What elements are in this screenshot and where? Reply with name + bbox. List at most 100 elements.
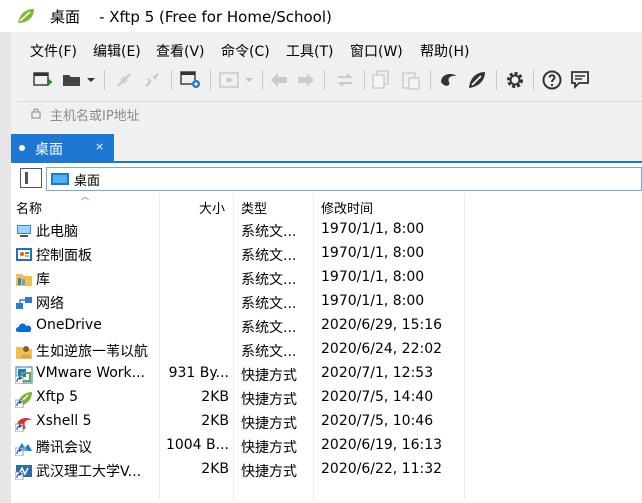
menu-command[interactable]: 命令(C): [221, 41, 270, 61]
file-type: 系统文...: [241, 248, 297, 264]
open-dropdown-button[interactable]: [86, 66, 96, 94]
new-session-icon: [33, 72, 52, 86]
session-properties-button[interactable]: [178, 66, 204, 94]
toolbar-separator: [324, 70, 325, 90]
transfer-button[interactable]: [217, 66, 243, 94]
refresh-icon: [337, 73, 353, 87]
control-panel-icon: [16, 248, 32, 261]
file-name: OneDrive: [36, 317, 102, 333]
toolbar-separator: [496, 70, 497, 90]
refresh-button[interactable]: [333, 66, 357, 94]
file-modified: 2020/6/19, 16:13: [321, 437, 443, 453]
session-properties-icon: [180, 71, 200, 88]
menu-edit[interactable]: 编辑(E): [93, 41, 141, 61]
path-value: 桌面: [74, 174, 101, 189]
library-icon: [16, 274, 32, 286]
xshell-shortcut-icon: [15, 418, 32, 432]
file-name: 腾讯会议: [36, 440, 92, 456]
file-type: 快捷方式: [241, 392, 297, 408]
toolbar-separator: [533, 70, 534, 90]
file-type: 系统文...: [241, 344, 297, 360]
chat-button[interactable]: [568, 66, 592, 94]
panel-toggle-icon: [25, 172, 28, 184]
file-name: VMware Work...: [36, 365, 145, 381]
file-size: 2KB: [201, 461, 229, 477]
menu-tools[interactable]: 工具(T): [286, 41, 333, 61]
column-header-size[interactable]: 大小: [199, 198, 225, 217]
toolbar-separator: [364, 70, 365, 90]
transfer-icon: [219, 72, 239, 88]
file-type: 快捷方式: [241, 440, 297, 456]
file-type: 系统文...: [241, 320, 297, 336]
toolbar-separator: [104, 70, 105, 90]
file-name: 控制面板: [36, 248, 92, 264]
settings-icon: [507, 72, 523, 88]
user-folder-icon: [16, 346, 32, 359]
toolbar-separator: [262, 70, 263, 90]
panel-toggle-button[interactable]: [20, 168, 42, 188]
settings-button[interactable]: [503, 66, 527, 94]
dropdown-icon: [87, 78, 95, 82]
file-type: 快捷方式: [241, 464, 297, 480]
left-dock-edge: [0, 32, 11, 503]
forward-button[interactable]: [295, 66, 317, 94]
file-name: 此电脑: [36, 224, 78, 240]
file-name: Xshell 5: [36, 413, 92, 429]
menu-view[interactable]: 查看(V): [156, 41, 205, 61]
network-icon: [16, 297, 32, 309]
file-modified: 1970/1/1, 8:00: [321, 221, 425, 237]
file-modified: 1970/1/1, 8:00: [321, 245, 425, 261]
tab-status-dot: [19, 145, 25, 151]
file-modified: 1970/1/1, 8:00: [321, 269, 425, 285]
column-header-name[interactable]: 名称: [16, 198, 42, 217]
xshell-icon: [441, 74, 457, 86]
open-folder-icon: [63, 75, 80, 86]
xftp-button[interactable]: [465, 66, 489, 94]
file-name: 生如逆旅一苇以航: [36, 344, 148, 360]
tab-close-icon[interactable]: ×: [95, 140, 104, 153]
menu-file[interactable]: 文件(F): [30, 41, 77, 61]
vmware-icon: [15, 366, 33, 384]
file-type: 系统文...: [241, 272, 297, 288]
help-button[interactable]: [540, 66, 564, 94]
onedrive-icon: [15, 323, 32, 332]
file-type: 快捷方式: [241, 416, 297, 432]
tab-desktop[interactable]: 桌面 ×: [11, 134, 114, 162]
lock-icon: [31, 108, 41, 119]
xftp-icon: [469, 72, 485, 88]
menu-window[interactable]: 窗口(W): [350, 41, 403, 61]
column-header-modified[interactable]: 修改时间: [321, 198, 373, 217]
copy-icon: [372, 70, 389, 89]
file-modified: 2020/7/5, 14:40: [321, 389, 434, 405]
window-title: 桌面 - Xftp 5 (Free for Home/School): [50, 8, 332, 26]
dropdown-icon: [245, 78, 253, 82]
xshell-button[interactable]: [437, 66, 461, 94]
file-size: 2KB: [201, 413, 229, 429]
file-modified: 2020/6/22, 11:32: [321, 461, 443, 477]
file-size: 1004 B...: [165, 437, 229, 453]
connect-button[interactable]: [112, 66, 136, 94]
host-address-placeholder: 主机名或IP地址: [50, 109, 140, 124]
disconnect-button[interactable]: [140, 66, 164, 94]
file-modified: 2020/6/29, 15:16: [321, 317, 443, 333]
file-name: 网络: [36, 296, 64, 312]
open-button[interactable]: [61, 66, 83, 94]
path-input[interactable]: [46, 167, 642, 191]
new-session-button[interactable]: [30, 66, 56, 94]
forward-icon: [298, 73, 314, 87]
transfer-dropdown-button[interactable]: [244, 66, 254, 94]
column-header-type[interactable]: 类型: [241, 198, 267, 217]
copy-button[interactable]: [370, 66, 392, 94]
sort-ascending-icon: ︿: [81, 192, 89, 201]
toolbar-separator: [171, 70, 172, 90]
paste-button[interactable]: [400, 66, 422, 94]
vpn-shortcut-icon: [15, 465, 32, 480]
file-name: 武汉理工大学V...: [36, 464, 142, 480]
xftp-shortcut-icon: [15, 392, 32, 408]
file-modified: 2020/6/24, 22:02: [321, 341, 443, 357]
file-type: 系统文...: [241, 224, 297, 240]
computer-icon: [17, 225, 31, 237]
file-type: 快捷方式: [241, 368, 297, 384]
menu-help[interactable]: 帮助(H): [420, 41, 469, 61]
back-button[interactable]: [268, 66, 290, 94]
